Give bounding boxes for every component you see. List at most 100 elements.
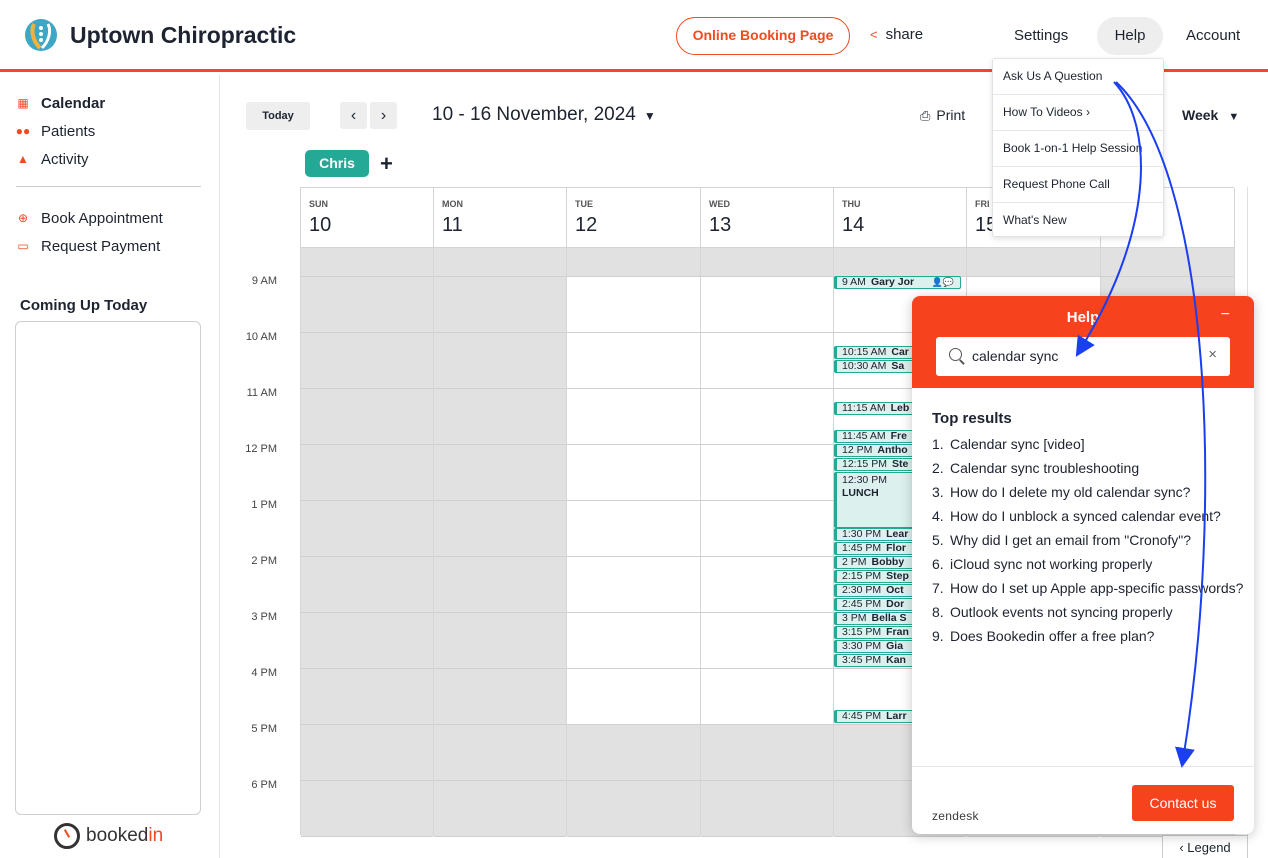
menu-item-ask-question[interactable]: Ask Us A Question bbox=[993, 59, 1163, 95]
account-nav[interactable]: Account bbox=[1186, 27, 1240, 44]
time-label: 11 AM bbox=[246, 387, 277, 399]
date-range-label: 10 - 16 November, 2024 bbox=[432, 104, 636, 125]
appointment-name: Bella S bbox=[871, 612, 907, 624]
hour-line bbox=[701, 500, 833, 501]
print-label: Print bbox=[936, 107, 966, 123]
result-number: 6. bbox=[932, 556, 944, 572]
time-label: 3 PM bbox=[251, 611, 277, 623]
menu-item-how-to-videos[interactable]: How To Videos › bbox=[993, 95, 1163, 131]
result-item[interactable]: 6. iCloud sync not working properly bbox=[932, 556, 1244, 573]
sidebar-item-activity[interactable]: ▲ Activity bbox=[16, 149, 88, 169]
result-item[interactable]: 3. How do I delete my old calendar sync? bbox=[932, 484, 1244, 501]
result-item[interactable]: 2. Calendar sync troubleshooting bbox=[932, 460, 1244, 477]
appointment-name: Lear bbox=[886, 528, 909, 540]
result-link[interactable]: Why did I get an email from "Cronofy"? bbox=[950, 532, 1191, 549]
help-search-input[interactable] bbox=[972, 346, 1192, 366]
day-header[interactable]: WED 13 bbox=[701, 188, 834, 248]
appointment-time: 3 PM bbox=[842, 612, 867, 624]
appointment-time: 10:30 AM bbox=[842, 360, 887, 372]
appointment-name: Gia bbox=[886, 640, 904, 652]
hour-line bbox=[434, 500, 566, 501]
today-button[interactable]: Today bbox=[246, 102, 310, 130]
day-header[interactable]: THU 14 bbox=[834, 188, 967, 248]
appointment-name: Step bbox=[886, 570, 909, 582]
hour-line bbox=[434, 780, 566, 781]
appointment-name: Gary Jor bbox=[870, 276, 915, 288]
result-item[interactable]: 7. How do I set up Apple app-specific pas… bbox=[932, 580, 1244, 597]
sidebar-item-patients[interactable]: ●● Patients bbox=[16, 121, 95, 141]
appointment-name: Ste bbox=[891, 458, 909, 470]
day-column[interactable] bbox=[567, 248, 701, 837]
help-dropdown-menu: Ask Us A Question How To Videos › Book 1… bbox=[992, 58, 1164, 237]
hour-line bbox=[701, 332, 833, 333]
result-link[interactable]: Does Bookedin offer a free plan? bbox=[950, 628, 1154, 645]
help-widget-header: Help − × bbox=[912, 296, 1254, 388]
add-staff-button[interactable]: + bbox=[380, 150, 393, 177]
result-item[interactable]: 5. Why did I get an email from "Cronofy"? bbox=[932, 532, 1244, 549]
bookedin-logo-accent: in bbox=[148, 825, 164, 846]
hour-line bbox=[701, 556, 833, 557]
hour-line bbox=[567, 836, 700, 837]
view-select[interactable]: Week ▼ bbox=[1182, 107, 1239, 123]
staff-chip-chris[interactable]: Chris bbox=[305, 150, 369, 177]
day-header[interactable]: TUE 12 bbox=[567, 188, 701, 248]
menu-item-book-help-session[interactable]: Book 1-on-1 Help Session bbox=[993, 131, 1163, 167]
spine-logo-icon[interactable] bbox=[24, 18, 58, 52]
result-number: 1. bbox=[932, 436, 944, 452]
result-link[interactable]: Calendar sync troubleshooting bbox=[950, 460, 1139, 477]
hour-line bbox=[301, 500, 433, 501]
users-icon: ●● bbox=[15, 124, 31, 138]
zendesk-logo: zendesk bbox=[932, 809, 979, 823]
result-item[interactable]: 9. Does Bookedin offer a free plan? bbox=[932, 628, 1244, 645]
hour-line bbox=[567, 780, 700, 781]
menu-item-request-phone-call[interactable]: Request Phone Call bbox=[993, 167, 1163, 203]
day-column[interactable] bbox=[301, 248, 434, 837]
result-link[interactable]: How do I unblock a synced calendar event… bbox=[950, 508, 1221, 525]
result-link[interactable]: How do I set up Apple app-specific passw… bbox=[950, 580, 1243, 597]
result-item[interactable]: 8. Outlook events not syncing properly bbox=[932, 604, 1244, 621]
sidebar: ▦ Calendar ●● Patients ▲ Activity ⊕ Book… bbox=[0, 75, 220, 858]
day-column[interactable] bbox=[434, 248, 567, 837]
day-name: TUE bbox=[575, 199, 593, 209]
day-header[interactable]: MON 11 bbox=[434, 188, 567, 248]
sidebar-item-request-payment[interactable]: ▭ Request Payment bbox=[16, 236, 160, 256]
legend-button[interactable]: ‹ Legend bbox=[1162, 835, 1248, 858]
appointment-name: Fran bbox=[886, 626, 909, 638]
sidebar-item-calendar[interactable]: ▦ Calendar bbox=[16, 93, 105, 113]
share-button[interactable]: < share bbox=[870, 26, 923, 43]
print-button[interactable]: ⎙ Print bbox=[920, 107, 965, 124]
sidebar-item-book-appointment[interactable]: ⊕ Book Appointment bbox=[16, 208, 163, 228]
result-link[interactable]: iCloud sync not working properly bbox=[950, 556, 1152, 573]
hour-line bbox=[301, 724, 433, 725]
result-link[interactable]: Calendar sync [video] bbox=[950, 436, 1085, 453]
online-booking-page-button[interactable]: Online Booking Page bbox=[676, 17, 850, 55]
prev-week-button[interactable]: ‹ bbox=[340, 102, 367, 129]
clear-search-button[interactable]: × bbox=[1208, 346, 1217, 363]
result-item[interactable]: 1. Calendar sync [video] bbox=[932, 436, 1244, 453]
day-column[interactable] bbox=[701, 248, 834, 837]
hour-line bbox=[701, 388, 833, 389]
share-icon: < bbox=[870, 27, 878, 42]
date-range-selector[interactable]: 10 - 16 November, 2024 ▼ bbox=[432, 104, 656, 126]
hour-line bbox=[967, 836, 1100, 837]
contact-us-button[interactable]: Contact us bbox=[1132, 785, 1234, 821]
appointment-time: 10:15 AM bbox=[842, 346, 887, 358]
result-link[interactable]: How do I delete my old calendar sync? bbox=[950, 484, 1190, 501]
appointment-card[interactable]: 9 AM Gary Jor 👤💬 bbox=[834, 276, 961, 289]
bookedin-logo: booked in bbox=[54, 823, 163, 849]
day-header[interactable]: SUN 10 bbox=[301, 188, 434, 248]
day-number: 11 bbox=[442, 214, 463, 236]
hour-line bbox=[967, 276, 1100, 277]
result-link[interactable]: Outlook events not syncing properly bbox=[950, 604, 1173, 621]
next-week-button[interactable]: › bbox=[370, 102, 397, 129]
settings-nav[interactable]: Settings bbox=[1014, 27, 1068, 44]
menu-item-whats-new[interactable]: What's New bbox=[993, 203, 1163, 239]
help-nav[interactable]: Help bbox=[1097, 17, 1163, 55]
result-item[interactable]: 4. How do I unblock a synced calendar eve… bbox=[932, 508, 1244, 525]
minimize-button[interactable]: − bbox=[1221, 306, 1230, 324]
appointment-name: Leb bbox=[890, 402, 910, 414]
plus-circle-icon: ⊕ bbox=[17, 211, 29, 225]
sidebar-item-label: Calendar bbox=[41, 94, 106, 112]
day-name: THU bbox=[842, 199, 861, 209]
appointment-time: 12:15 PM bbox=[842, 458, 887, 470]
